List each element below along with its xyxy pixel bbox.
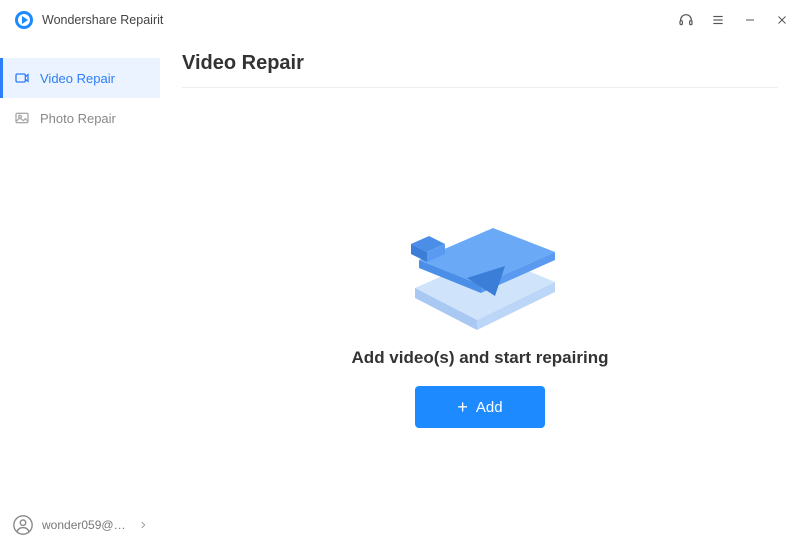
sidebar-item-label: Video Repair [40, 71, 115, 86]
add-button-label: Add [476, 399, 503, 416]
minimize-icon [744, 14, 756, 26]
photo-repair-icon [14, 110, 30, 126]
support-button[interactable] [678, 12, 694, 28]
plus-icon: + [457, 398, 468, 416]
window-controls [678, 12, 790, 28]
account-button[interactable]: wonder059@16… [0, 504, 160, 550]
title-bar: Wondershare Repairit [0, 0, 800, 40]
prompt-text: Add video(s) and start repairing [352, 348, 609, 368]
close-button[interactable] [774, 12, 790, 28]
brand: Wondershare Repairit [14, 10, 163, 30]
menu-button[interactable] [710, 12, 726, 28]
sidebar-item-label: Photo Repair [40, 111, 116, 126]
add-button[interactable]: + Add [415, 386, 545, 428]
headset-icon [678, 12, 694, 28]
body: Video Repair Photo Repair [0, 40, 800, 550]
sidebar-item-photo-repair[interactable]: Photo Repair [0, 98, 160, 138]
minimize-button[interactable] [742, 12, 758, 28]
user-icon [12, 514, 34, 536]
page-title: Video Repair [182, 52, 778, 88]
sidebar-spacer [0, 138, 160, 504]
video-illustration [385, 190, 575, 330]
app-logo-icon [14, 10, 34, 30]
sidebar-item-video-repair[interactable]: Video Repair [0, 58, 160, 98]
main-panel: Video Repair [160, 40, 800, 550]
sidebar: Video Repair Photo Repair [0, 40, 160, 550]
account-username: wonder059@16… [42, 518, 130, 532]
close-icon [776, 14, 788, 26]
video-repair-icon [14, 70, 30, 86]
app-window: Wondershare Repairit [0, 0, 800, 550]
content-area: Add video(s) and start repairing + Add [182, 88, 778, 530]
app-name: Wondershare Repairit [42, 13, 163, 27]
menu-icon [711, 13, 725, 27]
chevron-right-icon [138, 520, 148, 530]
